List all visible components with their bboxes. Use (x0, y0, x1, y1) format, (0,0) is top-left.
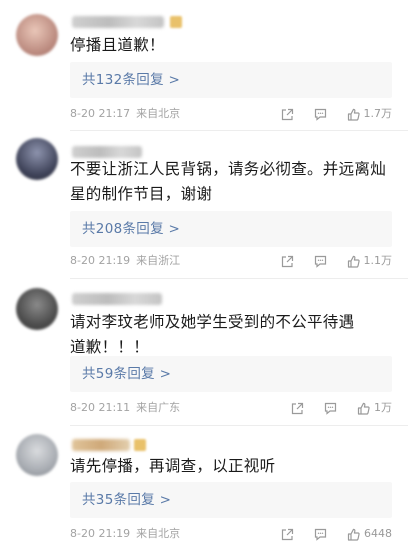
avatar[interactable] (16, 434, 58, 476)
comment-location: 来自浙江 (136, 254, 181, 267)
like-count: 1万 (374, 401, 392, 414)
comment-actions: 1.1万 (281, 253, 393, 269)
comment-text: 请对李玟老师及她学生受到的不公平待遇道歉！！！ (70, 313, 355, 356)
comment-time: 8-20 21:17 (70, 107, 131, 120)
user-badge-icon (134, 439, 146, 451)
comment-actions: 1万 (291, 400, 392, 416)
divider (70, 425, 408, 426)
comment-meta: 8-20 21:19 来自浙江 1.1万 (70, 253, 392, 269)
avatar[interactable] (16, 14, 58, 56)
like-count: 6448 (364, 527, 392, 540)
comment-meta: 8-20 21:17 来自北京 1.7万 (70, 106, 392, 122)
comment-icon[interactable] (314, 528, 327, 541)
comment-time: 8-20 21:19 (70, 254, 131, 267)
comment-meta: 8-20 21:11 来自广东 1万 (70, 400, 392, 416)
comment-time: 8-20 21:19 (70, 527, 131, 540)
share-icon[interactable] (281, 255, 294, 268)
like-count: 1.7万 (363, 107, 393, 120)
avatar[interactable] (16, 138, 58, 180)
username-blurred[interactable] (72, 293, 162, 305)
username-blurred[interactable] (72, 16, 164, 28)
comment-text: 停播且道歉！ (70, 36, 165, 54)
like-count: 1.1万 (363, 254, 393, 267)
comment-text: 请先停播，再调查，以正视听 (70, 457, 276, 475)
comment-icon[interactable] (314, 255, 327, 268)
like-icon[interactable] (347, 255, 360, 268)
reply-count-link[interactable]: 共59条回复 > (70, 356, 392, 392)
username-blurred[interactable] (72, 439, 130, 451)
comment-time: 8-20 21:11 (70, 401, 131, 414)
share-icon[interactable] (281, 108, 294, 121)
divider (70, 130, 408, 131)
reply-count-link[interactable]: 共35条回复 > (70, 482, 392, 518)
comment-icon[interactable] (314, 108, 327, 121)
comment-icon[interactable] (324, 402, 337, 415)
reply-count-link[interactable]: 共132条回复 > (70, 62, 392, 98)
like-icon[interactable] (347, 108, 360, 121)
comment-actions: 1.7万 (281, 106, 393, 122)
share-icon[interactable] (291, 402, 304, 415)
comment-location: 来自广东 (136, 401, 181, 414)
comment-actions: 6448 (281, 526, 392, 542)
share-icon[interactable] (281, 528, 294, 541)
reply-count-link[interactable]: 共208条回复 > (70, 211, 392, 247)
comment-text: 不要让浙江人民背锅，请务必彻查。并远离灿星的制作节目，谢谢 (70, 160, 387, 203)
comment-location: 来自北京 (136, 107, 181, 120)
like-icon[interactable] (347, 528, 360, 541)
avatar[interactable] (16, 288, 58, 330)
like-icon[interactable] (357, 402, 370, 415)
comment-location: 来自北京 (136, 527, 181, 540)
comment-meta: 8-20 21:19 来自北京 6448 (70, 526, 392, 542)
divider (70, 278, 408, 279)
user-badge-icon (170, 16, 182, 28)
